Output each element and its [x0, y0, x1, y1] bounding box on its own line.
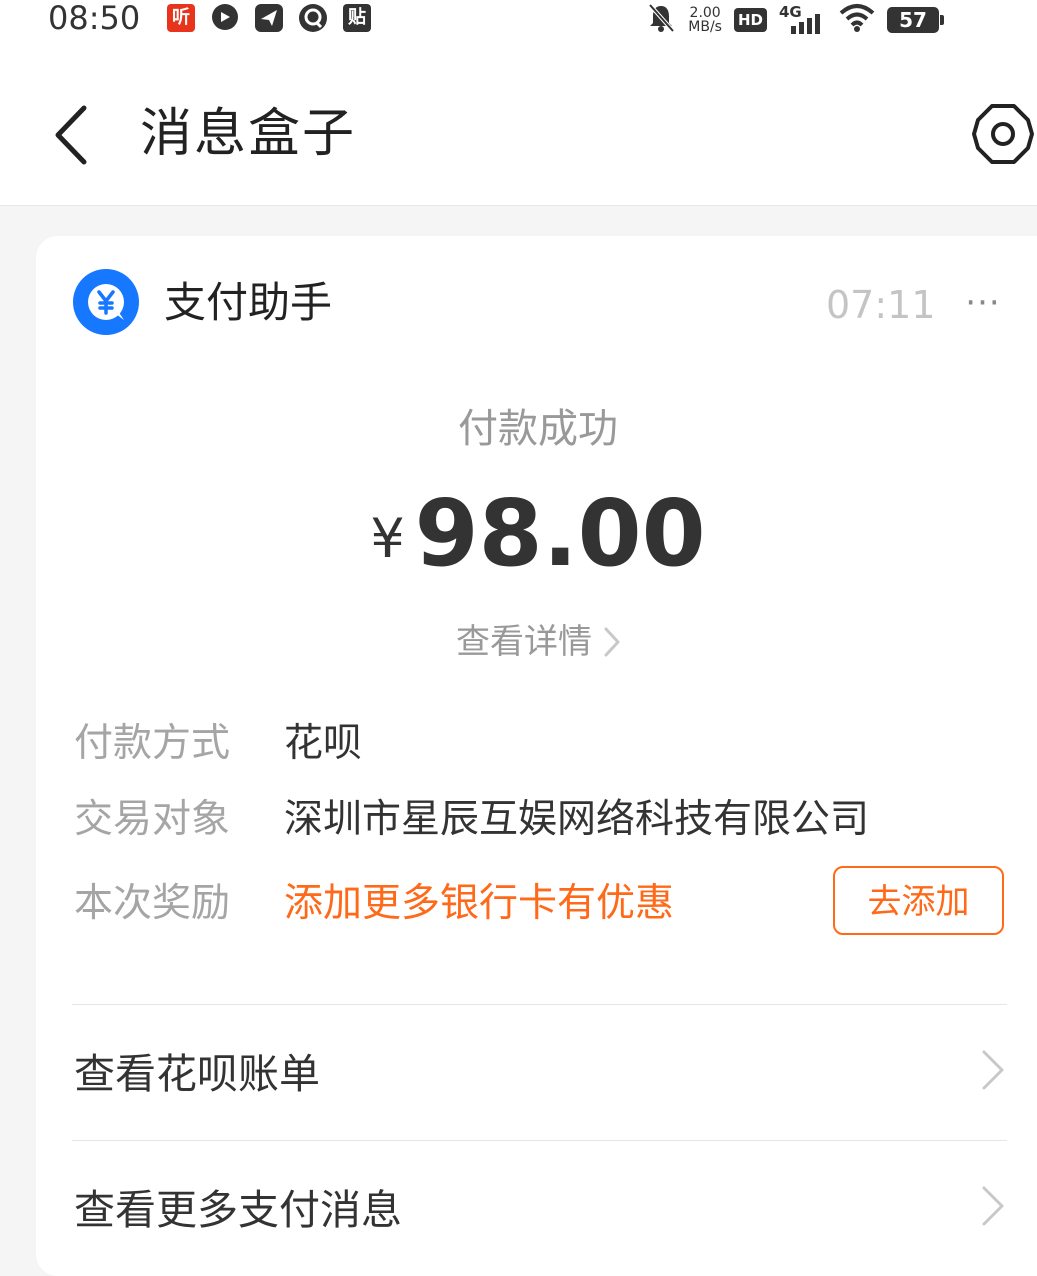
send-icon — [254, 3, 284, 33]
payment-amount: ¥98.00 — [36, 484, 1037, 584]
more-icon: ··· — [965, 283, 1001, 323]
qq-icon — [298, 3, 328, 33]
status-time: 08:50 — [48, 0, 141, 37]
notification-icons: 听 贴 — [166, 3, 372, 33]
payment-method-label: 付款方式 — [74, 721, 231, 766]
message-time: 07:11 — [826, 283, 936, 327]
reward-label: 本次奖励 — [74, 881, 231, 926]
divider — [72, 1140, 1007, 1141]
sender-name: 支付助手 — [164, 278, 333, 327]
view-huabei-bill-label: 查看花呗账单 — [74, 1050, 320, 1098]
mute-bell-icon — [646, 2, 676, 38]
battery-icon: 57 — [887, 7, 944, 33]
more-options-button[interactable]: ··· — [958, 280, 1008, 326]
reward-value: 添加更多银行卡有优惠 — [284, 881, 675, 926]
view-more-payment-messages-label: 查看更多支付消息 — [74, 1186, 402, 1234]
status-bar: 08:50 听 贴 2.00 MB/s HD 4G 57 — [0, 0, 1037, 40]
payment-status: 付款成功 — [458, 406, 618, 452]
hd-badge: HD — [733, 8, 767, 32]
back-arrow-icon — [55, 105, 87, 165]
title-bar: 消息盒子 — [0, 40, 1037, 206]
view-details-link[interactable]: 查看详情 — [456, 619, 622, 665]
payment-assistant-avatar — [73, 269, 139, 335]
tie-icon: 贴 — [342, 3, 372, 33]
amount-value: 98.00 — [414, 480, 706, 587]
divider — [72, 1004, 1007, 1005]
currency-symbol: ¥ — [370, 507, 405, 570]
chevron-right-icon — [982, 1050, 1004, 1090]
payment-method-value: 花呗 — [284, 721, 363, 766]
system-status-icons: 2.00 MB/s HD 4G 57 — [646, 2, 944, 38]
view-more-payment-messages-link[interactable]: 查看更多支付消息 — [74, 1166, 1009, 1256]
net-speed: 2.00 MB/s — [688, 5, 722, 35]
page-title: 消息盒子 — [140, 104, 357, 164]
chevron-right-icon — [982, 1186, 1004, 1226]
gear-icon — [972, 104, 1034, 164]
yuan-icon — [88, 284, 124, 320]
payment-method-row: 付款方式 花呗 — [74, 716, 1014, 772]
merchant-label: 交易对象 — [74, 797, 231, 842]
settings-button[interactable] — [970, 98, 1037, 170]
signal-icon: 4G — [779, 4, 827, 36]
view-details-label: 查看详情 — [456, 622, 592, 662]
wifi-icon — [839, 3, 875, 37]
chevron-right-icon — [604, 627, 620, 657]
message-bubble-icon — [210, 3, 240, 33]
merchant-row: 交易对象 深圳市星辰互娱网络科技有限公司 — [74, 792, 1014, 848]
back-button[interactable] — [40, 98, 100, 168]
payment-message-card: 支付助手 07:11 ··· 付款成功 ¥98.00 查看详情 付款方式 花呗 … — [36, 236, 1037, 1276]
view-huabei-bill-link[interactable]: 查看花呗账单 — [74, 1030, 1009, 1120]
add-card-button[interactable]: 去添加 — [833, 866, 1004, 935]
ting-icon: 听 — [166, 3, 196, 33]
merchant-value: 深圳市星辰互娱网络科技有限公司 — [284, 797, 870, 842]
